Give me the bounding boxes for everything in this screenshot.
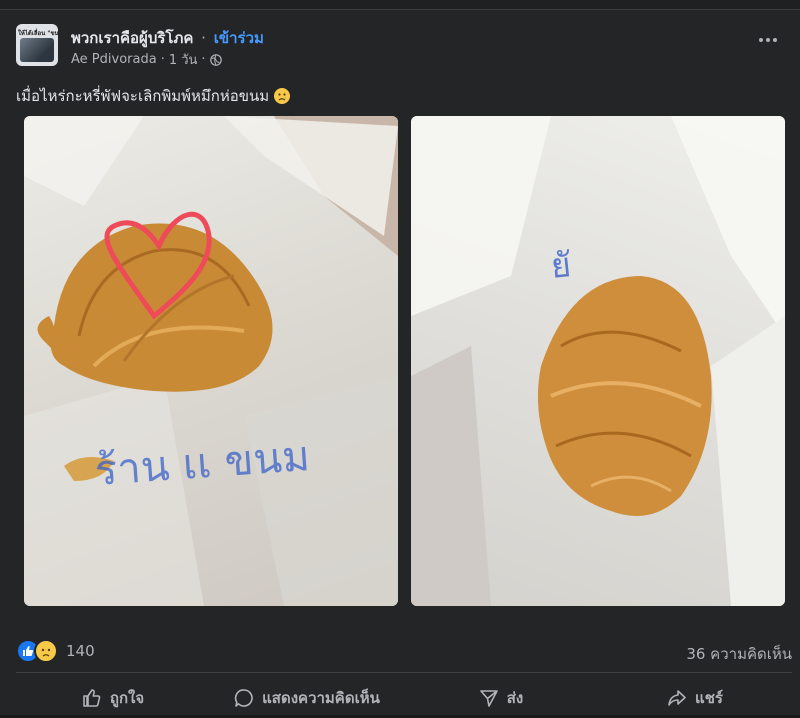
post-time[interactable]: 1 วัน <box>169 49 198 70</box>
group-avatar[interactable]: ให้ได้เลื่อน "ขนม" <box>16 24 58 66</box>
more-options-icon[interactable] <box>756 30 780 50</box>
sad-icon <box>34 639 58 663</box>
separator-dot: · <box>160 52 165 67</box>
author-link[interactable]: Ae Pdivorada <box>71 52 157 67</box>
post-meta: Ae Pdivorada · 1 วัน · <box>71 49 222 70</box>
top-bar <box>0 0 800 10</box>
comments-count-link[interactable]: 36 ความคิดเห็น <box>686 642 792 666</box>
post-header: ให้ได้เลื่อน "ขนม" พวกเราคือผู้บริโภค · … <box>16 24 784 70</box>
separator-dot: · <box>201 52 206 67</box>
post-photo-1[interactable]: ร้าน เเ ขนม <box>24 116 398 606</box>
like-outline-icon <box>83 689 101 707</box>
avatar-label: ให้ได้เลื่อน "ขนม" <box>18 30 58 37</box>
action-divider <box>16 672 792 673</box>
svg-text:ยั: ยั <box>549 245 573 287</box>
like-label: ถูกใจ <box>109 689 145 707</box>
separator-dot: · <box>201 29 206 47</box>
comment-icon <box>234 689 253 707</box>
comment-label: แสดงความคิดเห็น <box>262 689 380 707</box>
post-actions: ถูกใจ แสดงความคิดเห็น ส่ง แชร์ <box>16 678 792 718</box>
share-button[interactable]: แชร์ <box>598 678 792 718</box>
reaction-count: 140 <box>66 642 95 660</box>
send-button[interactable]: ส่ง <box>404 678 598 718</box>
send-label: ส่ง <box>506 689 524 707</box>
send-icon <box>479 690 498 707</box>
comment-button[interactable]: แสดงความคิดเห็น <box>210 678 404 718</box>
reaction-summary[interactable]: 140 <box>16 639 95 663</box>
share-label: แชร์ <box>695 689 723 707</box>
share-icon <box>668 690 686 706</box>
caption-text: เมื่อไหร่กะหรี่พัฟจะเลิกพิมพ์หมึกห่อขนม <box>16 87 270 105</box>
sad-face-icon <box>274 88 291 104</box>
post-caption: เมื่อไหร่กะหรี่พัฟจะเลิกพิมพ์หมึกห่อขนม <box>16 84 291 108</box>
join-group-link[interactable]: เข้าร่วม <box>214 29 264 47</box>
feed-post: ให้ได้เลื่อน "ขนม" พวกเราคือผู้บริโภค · … <box>0 10 800 715</box>
avatar-image <box>20 38 54 62</box>
like-button[interactable]: ถูกใจ <box>16 678 210 718</box>
group-line: พวกเราคือผู้บริโภค · เข้าร่วม <box>71 26 264 50</box>
globe-icon <box>209 53 222 66</box>
post-photo-2[interactable]: ยั <box>411 116 785 606</box>
group-name-link[interactable]: พวกเราคือผู้บริโภค <box>71 29 193 47</box>
